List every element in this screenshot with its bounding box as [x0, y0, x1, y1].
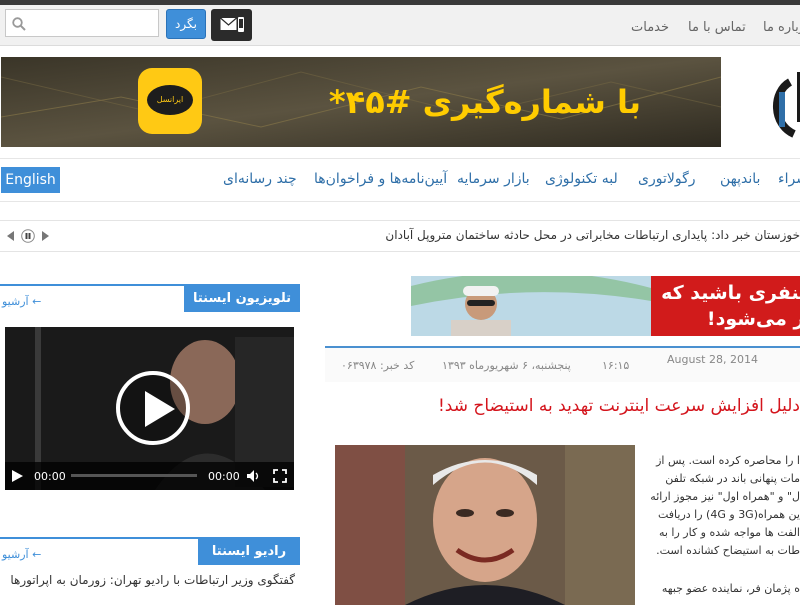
article-date-fa: پنجشنبه، ۶ شهریورماه ۱۳۹۳ — [442, 359, 571, 372]
nav-item-multimedia[interactable]: چند رسانه‌ای — [223, 171, 297, 187]
video-current-time: 00:00 — [34, 470, 66, 483]
article-body-line: ه پژمان فر، نماینده عضو جبهه — [661, 582, 800, 595]
tv-archive-link[interactable]: آرشیو ← — [2, 295, 41, 308]
nav-item-regulations[interactable]: آیین‌نامه‌ها و فراخوان‌ها — [314, 171, 447, 187]
article-photo — [335, 445, 635, 605]
mobile-mail-icon — [220, 17, 244, 32]
banner-text: با شماره‌گیری #۴۵* — [328, 83, 641, 121]
article-title[interactable]: دلیل افزایش سرعت اینترنت تهدید به استیضا… — [438, 396, 800, 416]
radio-archive-link[interactable]: آرشیو ← — [2, 548, 41, 561]
ad-line-2: ار می‌شود! — [706, 308, 800, 330]
nav-link-contact[interactable]: تماس با ما — [688, 20, 746, 35]
top-bar: بگرد درباره ما تماس با ما خدمات — [0, 5, 800, 46]
irancell-logo-text: ایرانسل — [147, 85, 193, 115]
article-body-line: ل" و "همراه اول" نیز مجوز ارائه — [650, 490, 800, 503]
ad-red-panel: منفری باشید که ار می‌شود! — [651, 276, 800, 336]
play-icon — [145, 391, 175, 427]
tv-widget-title[interactable]: تلویزیون ایسنتا — [184, 286, 300, 312]
pause-icon[interactable] — [21, 229, 35, 243]
banner-ad[interactable]: با شماره‌گیری #۴۵* ایرانسل — [1, 57, 721, 147]
fullscreen-icon[interactable] — [273, 469, 287, 483]
search-button[interactable]: بگرد — [166, 9, 206, 39]
article-time: ۱۶:۱۵ — [602, 359, 630, 372]
english-button[interactable]: English — [1, 167, 60, 193]
nav-item-regulatory[interactable]: رگولاتوری — [638, 171, 696, 187]
previous-icon[interactable] — [4, 229, 18, 243]
radio-widget-title[interactable]: رادیو ایسنتا — [198, 539, 300, 565]
nav-link-services[interactable]: خدمات — [631, 20, 669, 35]
video-duration: 00:00 — [208, 470, 240, 483]
article-photo-image — [335, 445, 635, 605]
irancell-logo: ایرانسل — [138, 68, 202, 134]
article-code: کد خبر: ۰۶۳۹۷۸ — [341, 359, 415, 372]
site-logo-icon[interactable] — [772, 62, 800, 144]
nav-item-broadband[interactable]: باندپهن — [720, 171, 760, 187]
volume-icon[interactable] — [246, 469, 260, 483]
article-body-line: ین همراه(3G و 4G) را دریافت — [658, 508, 800, 521]
play-button[interactable] — [116, 371, 190, 445]
video-progress-bar[interactable] — [71, 474, 197, 477]
article-date-en: August 28, 2014 — [667, 353, 758, 366]
next-icon[interactable] — [38, 229, 52, 243]
ad-line-1: منفری باشید که — [661, 282, 800, 304]
article-body-line: طات به استیضاح کشانده است. — [656, 544, 800, 557]
mobile-sms-button[interactable] — [211, 9, 252, 41]
article-ad[interactable]: منفری باشید که ار می‌شود! — [411, 276, 800, 336]
search-input[interactable] — [5, 9, 159, 37]
article-body-line: ا را محاصره کرده است. پس از — [656, 454, 800, 467]
radio-list-item[interactable]: گفتگوی وزیر ارتباطات با رادیو تهران: زور… — [10, 573, 295, 587]
nav-item-esra[interactable]: اسراء — [778, 171, 800, 187]
nav-link-about[interactable]: درباره ما — [763, 20, 800, 35]
article-body-line: الفت ها مواجه شده و کار را به — [658, 526, 800, 539]
nav-item-capital-market[interactable]: بازار سرمایه — [457, 171, 530, 187]
ad-photo — [411, 276, 651, 336]
ticker-text[interactable]: خوزستان خبر داد: پایداری ارتباطات مخابرا… — [385, 228, 800, 242]
play-small-icon[interactable] — [11, 470, 23, 482]
nav-item-tech-edge[interactable]: لبه تکنولوژی — [545, 171, 618, 187]
search-icon — [12, 17, 26, 31]
article-body-line: مات پنهانی باند در شبکه تلفن — [665, 472, 800, 485]
